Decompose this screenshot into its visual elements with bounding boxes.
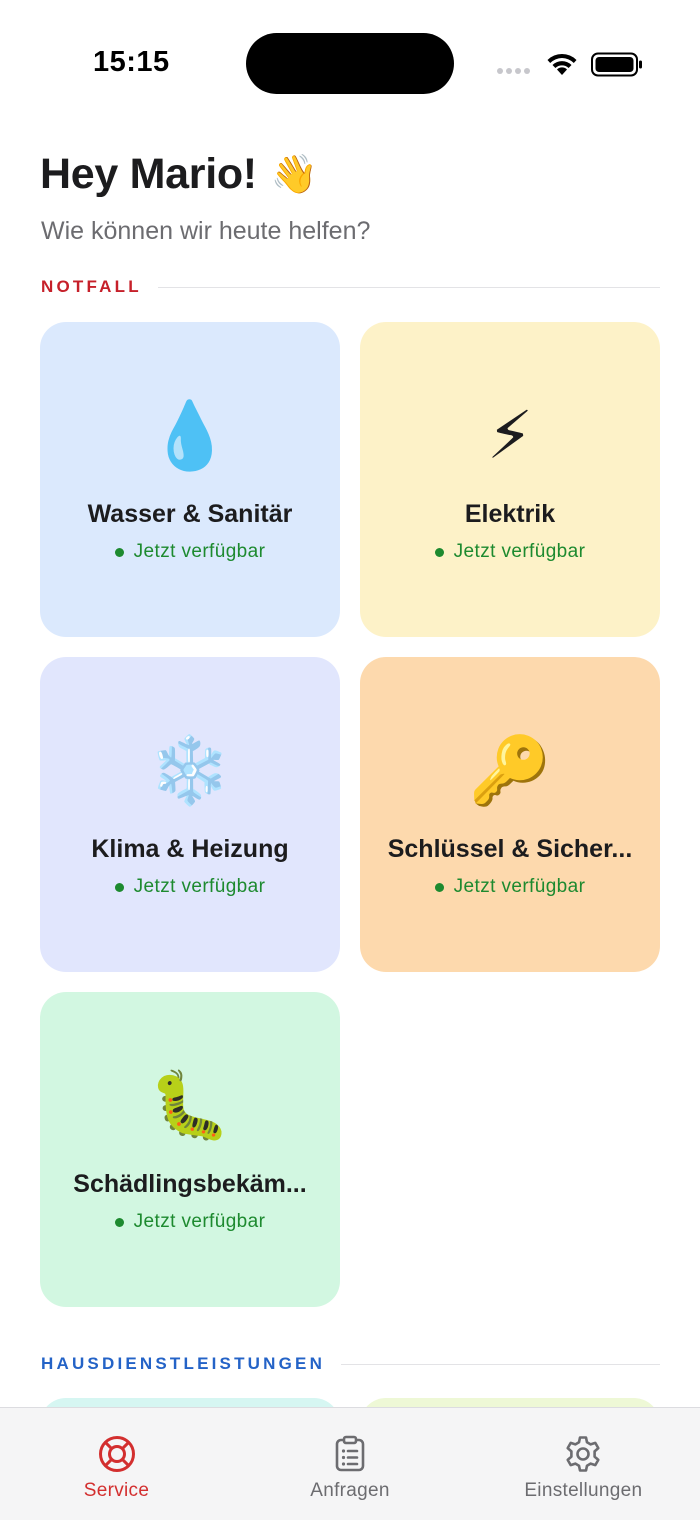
status-label: Jetzt verfügbar <box>133 876 266 897</box>
waving-hand-icon: 👋 <box>270 153 319 196</box>
water-drop-icon: 💧 <box>148 398 232 472</box>
service-card-climate-heating[interactable]: ❄️ Klima & Heizung Jetzt verfügbar <box>40 657 340 972</box>
status-dot-icon <box>114 547 124 557</box>
service-card-locksmith[interactable]: 🔑 Schlüssel & Sicher... Jetzt verfügbar <box>360 657 660 972</box>
service-card-electrical[interactable]: ⚡ Elektrik Jetzt verfügbar <box>360 322 660 637</box>
status-label: Jetzt verfügbar <box>133 541 266 562</box>
snowflake-icon: ❄️ <box>148 733 232 807</box>
tab-bar: Service Anfragen Einstellungen <box>0 1407 700 1520</box>
status-bar: 15:15 <box>0 0 700 120</box>
tab-label: Einstellungen <box>524 1480 643 1501</box>
status-dot-icon <box>114 1217 124 1227</box>
key-icon: 🔑 <box>468 733 552 807</box>
section-divider <box>157 286 660 288</box>
wifi-icon <box>547 53 577 75</box>
tab-requests[interactable]: Anfragen <box>233 1408 466 1520</box>
lifebuoy-icon <box>99 1436 135 1472</box>
status-label: Jetzt verfügbar <box>133 1211 266 1232</box>
card-title: Wasser & Sanitär <box>87 500 293 528</box>
status-time: 15:15 <box>93 46 170 78</box>
status-label: Jetzt verfügbar <box>453 541 586 562</box>
card-title: Klima & Heizung <box>91 835 289 863</box>
page-subtitle: Wie können wir heute helfen? <box>41 217 371 245</box>
greeting: Hey Mario! 👋 <box>40 150 318 199</box>
service-card-pest-control[interactable]: 🐛 Schädlingsbekäm... Jetzt verfügbar <box>40 992 340 1307</box>
card-title: Schlüssel & Sicher... <box>387 835 633 863</box>
availability-status: Jetzt verfügbar <box>40 1211 340 1233</box>
page-title: Hey Mario! <box>40 150 257 198</box>
availability-status: Jetzt verfügbar <box>360 876 660 898</box>
card-title: Elektrik <box>464 500 556 528</box>
availability-status: Jetzt verfügbar <box>40 876 340 898</box>
availability-status: Jetzt verfügbar <box>40 541 340 563</box>
tab-settings[interactable]: Einstellungen <box>467 1408 700 1520</box>
caterpillar-icon: 🐛 <box>148 1068 232 1142</box>
lightning-icon: ⚡ <box>486 398 534 472</box>
status-label: Jetzt verfügbar <box>453 876 586 897</box>
status-dot-icon <box>434 882 444 892</box>
section-header-emergency: NOTFALL <box>41 277 660 297</box>
section-header-home-services: HAUSDIENSTLEISTUNGEN <box>41 1354 660 1374</box>
battery-icon <box>591 52 642 77</box>
section-label-home-services: HAUSDIENSTLEISTUNGEN <box>41 1354 326 1373</box>
tab-label: Service <box>83 1480 150 1501</box>
availability-status: Jetzt verfügbar <box>360 541 660 563</box>
clipboard-icon <box>335 1435 365 1472</box>
service-card-water-sanitary[interactable]: 💧 Wasser & Sanitär Jetzt verfügbar <box>40 322 340 637</box>
gear-icon <box>566 1436 600 1472</box>
tab-service[interactable]: Service <box>0 1408 233 1520</box>
section-label-emergency: NOTFALL <box>41 277 142 296</box>
status-dot-icon <box>434 547 444 557</box>
section-divider <box>341 1363 660 1365</box>
cellular-signal-icon <box>497 68 530 74</box>
app-screen: 15:15 Hey Mario! 👋 Wie können wir heute … <box>0 0 700 1520</box>
tab-label: Anfragen <box>310 1480 390 1501</box>
dynamic-island <box>246 33 454 94</box>
card-title: Schädlingsbekäm... <box>73 1170 307 1198</box>
status-dot-icon <box>114 882 124 892</box>
